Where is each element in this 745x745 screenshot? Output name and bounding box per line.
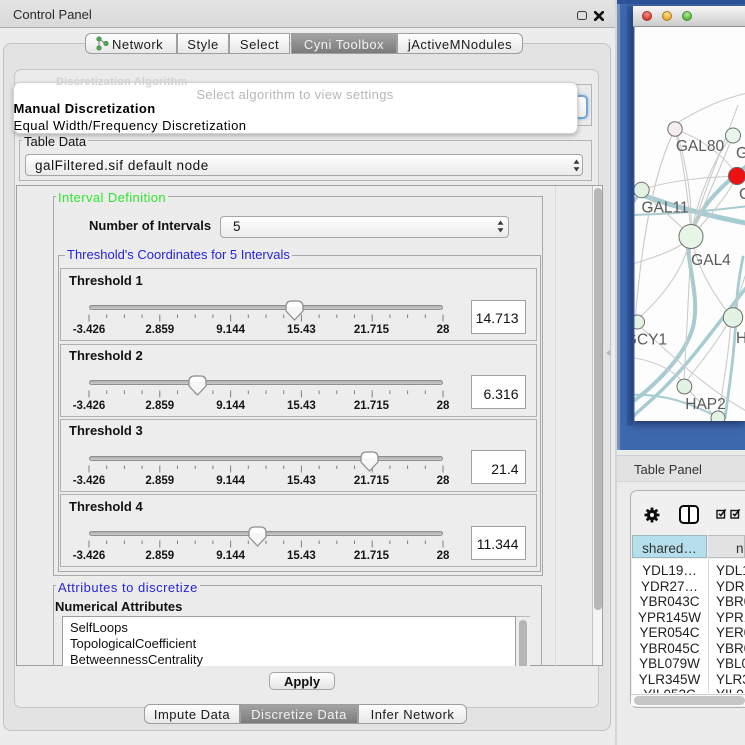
svg-text:GCY1: GCY1 [633, 332, 667, 349]
svg-text:GAL80: GAL80 [676, 138, 725, 155]
svg-text:GAL4: GAL4 [691, 252, 731, 269]
svg-text:HI: HI [736, 330, 745, 347]
svg-text:GAL1: GAL1 [736, 145, 745, 162]
svg-text:HAP2: HAP2 [685, 396, 726, 413]
svg-text:GAL11: GAL11 [641, 200, 688, 217]
svg-text:CY: CY [739, 186, 745, 203]
